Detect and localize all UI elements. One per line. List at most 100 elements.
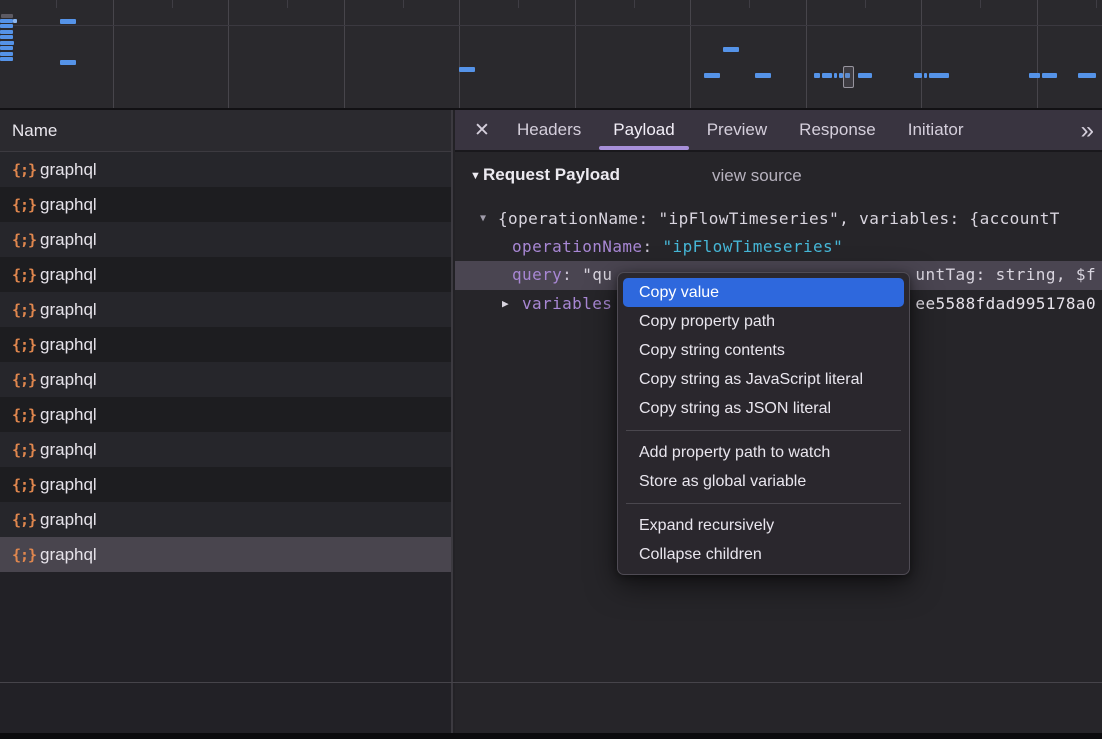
timeline-request-bar[interactable] — [822, 73, 832, 78]
json-braces-icon: {;} — [12, 231, 40, 249]
timeline-request-bar[interactable] — [914, 73, 922, 78]
network-request-row[interactable]: {;}graphql — [0, 257, 451, 292]
timeline-request-bar[interactable] — [704, 73, 720, 78]
tab-response[interactable]: Response — [783, 110, 892, 150]
menu-item-store-as-global-variable[interactable]: Store as global variable — [618, 467, 909, 496]
menu-item-copy-property-path[interactable]: Copy property path — [618, 307, 909, 336]
close-icon[interactable]: ✕ — [463, 110, 501, 150]
timeline-gridline — [690, 0, 691, 108]
json-braces-icon: {;} — [12, 196, 40, 214]
window-bottom-edge — [0, 733, 1102, 739]
network-request-row[interactable]: {;}graphql — [0, 292, 451, 327]
timeline-request-bar[interactable] — [0, 57, 13, 61]
timeline-request-bar[interactable] — [0, 24, 13, 28]
summary-divider — [0, 682, 1102, 683]
root-preview-text: {operationName: "ipFlowTimeseries", vari… — [498, 205, 1060, 233]
payload-root-row[interactable]: ▼ {operationName: "ipFlowTimeseries", va… — [455, 205, 1102, 233]
request-name: graphql — [40, 300, 97, 320]
tab-initiator[interactable]: Initiator — [892, 110, 980, 150]
network-request-row[interactable]: {;}graphql — [0, 362, 451, 397]
name-column-header[interactable]: Name — [0, 110, 451, 152]
more-tabs-icon[interactable]: » — [1081, 110, 1092, 152]
timeline-gridline — [1037, 0, 1038, 108]
request-name: graphql — [40, 510, 97, 530]
timeline-request-bar[interactable] — [723, 47, 739, 52]
operation-entry: operationName: "ipFlowTimeseries" — [512, 233, 843, 261]
menu-item-copy-string-as-json-literal[interactable]: Copy string as JSON literal — [618, 394, 909, 423]
timeline-request-bar[interactable] — [13, 19, 17, 23]
timeline-request-bar[interactable] — [0, 35, 13, 39]
timeline-request-bar[interactable] — [814, 73, 820, 78]
menu-item-copy-string-as-javascript-literal[interactable]: Copy string as JavaScript literal — [618, 365, 909, 394]
request-name: graphql — [40, 475, 97, 495]
timeline-request-bar[interactable] — [0, 30, 13, 34]
timeline-request-bar[interactable] — [60, 19, 76, 24]
devtools-screenshot: Name {;}graphql{;}graphql{;}graphql{;}gr… — [0, 0, 1110, 740]
network-request-row[interactable]: {;}graphql — [0, 502, 451, 537]
request-payload-section[interactable]: ▼ Request Payload view source — [455, 165, 1102, 191]
query-value-right: untTag: string, $f — [915, 261, 1096, 289]
timeline-gridline — [806, 0, 807, 108]
tab-preview[interactable]: Preview — [691, 110, 783, 150]
network-overview-timeline[interactable] — [0, 0, 1102, 110]
timeline-request-bar[interactable] — [929, 73, 949, 78]
network-request-row[interactable]: {;}graphql — [0, 152, 451, 187]
request-rows: {;}graphql{;}graphql{;}graphql{;}graphql… — [0, 152, 451, 572]
tab-headers[interactable]: Headers — [501, 110, 597, 150]
json-braces-icon: {;} — [12, 476, 40, 494]
network-request-row[interactable]: {;}graphql — [0, 432, 451, 467]
menu-item-copy-value[interactable]: Copy value — [623, 278, 904, 307]
property-key: operationName — [512, 237, 642, 256]
timeline-request-bar[interactable] — [459, 67, 475, 72]
property-key: variables — [522, 290, 612, 318]
name-column-label: Name — [0, 121, 57, 141]
timeline-request-bar[interactable] — [834, 73, 837, 78]
timeline-request-bar[interactable] — [0, 41, 14, 45]
network-request-row[interactable]: {;}graphql — [0, 397, 451, 432]
timeline-gridline — [228, 0, 229, 108]
timeline-tick — [403, 0, 404, 8]
timeline-request-bar[interactable] — [60, 60, 76, 65]
request-name: graphql — [40, 195, 97, 215]
section-collapse-triangle-icon[interactable]: ▼ — [470, 170, 481, 182]
json-braces-icon: {;} — [12, 406, 40, 424]
timeline-request-bar[interactable] — [0, 52, 13, 56]
timeline-tick — [749, 0, 750, 8]
property-value-string: "ipFlowTimeseries" — [663, 237, 844, 256]
network-request-row[interactable]: {;}graphql — [0, 467, 451, 502]
timeline-request-bar[interactable] — [1078, 73, 1096, 78]
expand-triangle-icon[interactable]: ▶ — [502, 290, 509, 318]
timeline-tick — [1096, 0, 1097, 8]
menu-item-collapse-children[interactable]: Collapse children — [618, 540, 909, 569]
network-request-row[interactable]: {;}graphql — [0, 327, 451, 362]
view-source-link[interactable]: view source — [712, 166, 802, 186]
menu-item-copy-string-contents[interactable]: Copy string contents — [618, 336, 909, 365]
timeline-tick — [56, 0, 57, 8]
request-name: graphql — [40, 335, 97, 355]
tab-payload[interactable]: Payload — [597, 110, 690, 150]
timeline-request-bar[interactable] — [0, 46, 13, 50]
network-request-row[interactable]: {;}graphql — [0, 222, 451, 257]
timeline-request-bar[interactable] — [1029, 73, 1040, 78]
timeline-request-bar[interactable] — [755, 73, 771, 78]
network-request-row[interactable]: {;}graphql — [0, 187, 451, 222]
network-request-row[interactable]: {;}graphql — [0, 537, 451, 572]
request-name: graphql — [40, 440, 97, 460]
timeline-request-bar[interactable] — [924, 73, 927, 78]
timeline-request-bar[interactable] — [858, 73, 872, 78]
timeline-tick — [634, 0, 635, 8]
json-braces-icon: {;} — [12, 161, 40, 179]
timeline-gray-bar — [1, 14, 13, 18]
menu-item-expand-recursively[interactable]: Expand recursively — [618, 511, 909, 540]
payload-operation-row[interactable]: operationName: "ipFlowTimeseries" — [455, 233, 1102, 261]
menu-separator — [626, 430, 901, 431]
timeline-request-bar[interactable] — [1042, 73, 1057, 78]
timeline-tick — [287, 0, 288, 8]
context-menu: Copy valueCopy property pathCopy string … — [617, 272, 910, 575]
timeline-request-bar[interactable] — [0, 19, 13, 23]
collapse-triangle-icon[interactable]: ▼ — [480, 205, 486, 233]
menu-item-add-property-path-to-watch[interactable]: Add property path to watch — [618, 438, 909, 467]
devtools-window: Name {;}graphql{;}graphql{;}graphql{;}gr… — [0, 0, 1102, 739]
timeline-gridline — [575, 0, 576, 108]
json-braces-icon: {;} — [12, 546, 40, 564]
